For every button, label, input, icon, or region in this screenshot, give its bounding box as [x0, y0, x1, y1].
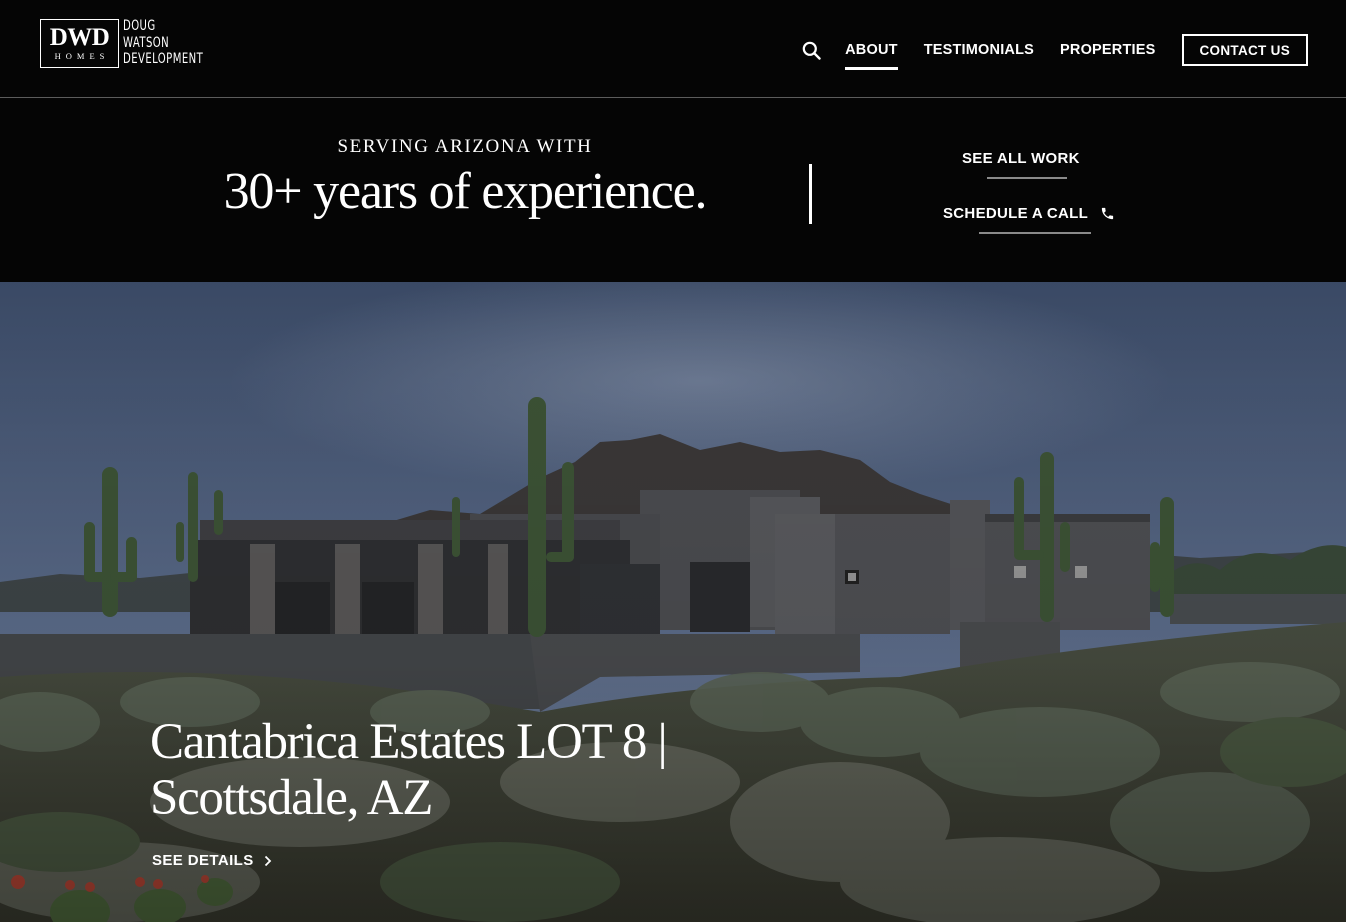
- nav-item-about[interactable]: ABOUT: [845, 35, 898, 70]
- chevron-right-icon: [264, 855, 272, 867]
- logo-monogram-box: DWD HOMES: [40, 19, 119, 68]
- brand-logo[interactable]: DWD HOMES DOUG WATSON DEVELOPMENT: [40, 18, 234, 68]
- logo-word-2: WATSON: [123, 34, 170, 51]
- nav-item-testimonials[interactable]: TESTIMONIALS: [924, 35, 1034, 65]
- schedule-call-underline: [979, 232, 1091, 234]
- search-icon: [802, 41, 821, 60]
- logo-homes: HOMES: [54, 51, 110, 61]
- logo-monogram: DWD: [49, 24, 110, 51]
- experience-headline: 30+ years of experience.: [223, 163, 708, 220]
- featured-property-hero[interactable]: Cantabrica Estates LOT 8 | Scottsdale, A…: [0, 282, 1346, 922]
- vertical-divider: [809, 164, 812, 224]
- schedule-call-label: SCHEDULE A CALL: [943, 205, 1089, 222]
- see-details-link[interactable]: SEE DETAILS: [152, 852, 272, 869]
- contact-us-button[interactable]: CONTACT US: [1181, 34, 1308, 66]
- see-all-work-label: SEE ALL WORK: [962, 150, 1080, 167]
- hero-photo: [0, 282, 1346, 922]
- property-title-line2: Scottsdale, AZ: [150, 770, 433, 826]
- see-all-work-link[interactable]: SEE ALL WORK: [962, 150, 1080, 179]
- logo-wordmark: DOUG WATSON DEVELOPMENT: [123, 18, 234, 68]
- property-title-line1: Cantabrica Estates LOT 8 |: [150, 714, 668, 770]
- search-button[interactable]: [799, 36, 823, 64]
- see-all-work-underline: [987, 177, 1067, 179]
- site-header: DWD HOMES DOUG WATSON DEVELOPMENT ABOUT …: [0, 0, 1346, 98]
- property-title: Cantabrica Estates LOT 8 | Scottsdale, A…: [150, 714, 668, 826]
- main-nav: ABOUT TESTIMONIALS PROPERTIES CONTACT US: [799, 34, 1308, 70]
- see-details-label: SEE DETAILS: [152, 852, 254, 869]
- schedule-call-link[interactable]: SCHEDULE A CALL: [943, 205, 1115, 234]
- experience-band: SERVING ARIZONA WITH 30+ years of experi…: [0, 98, 1346, 282]
- experience-block: SERVING ARIZONA WITH 30+ years of experi…: [190, 136, 740, 220]
- logo-word-3: DEVELOPMENT: [123, 51, 204, 67]
- nav-item-properties[interactable]: PROPERTIES: [1060, 35, 1155, 65]
- logo-word-1: DOUG: [123, 18, 156, 34]
- experience-eyebrow: SERVING ARIZONA WITH: [337, 136, 593, 157]
- phone-icon: [1100, 206, 1115, 221]
